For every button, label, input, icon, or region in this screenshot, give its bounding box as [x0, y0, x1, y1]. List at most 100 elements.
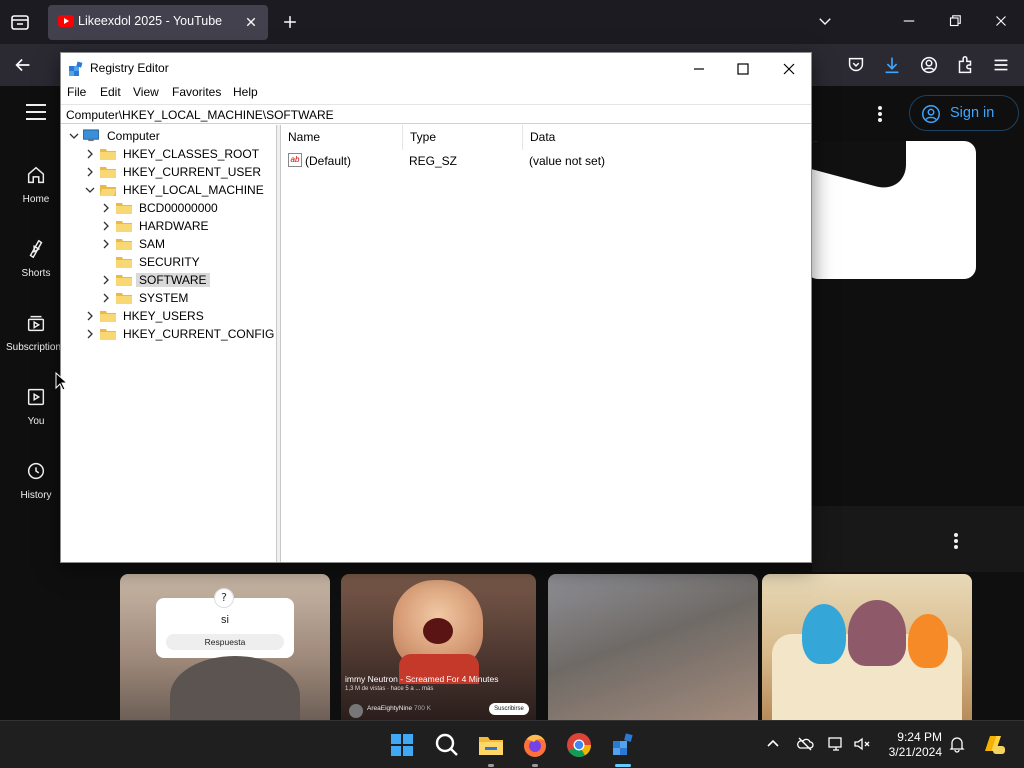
short-thumbnail-3[interactable] — [548, 574, 758, 720]
chevron-right-icon[interactable] — [100, 238, 112, 250]
tree-item-hkey-current-user[interactable]: HKEY_CURRENT_USER — [84, 163, 284, 181]
tree-item-hkey-current-config[interactable]: HKEY_CURRENT_CONFIG — [84, 325, 284, 343]
start-button[interactable] — [386, 729, 418, 761]
account-icon[interactable] — [918, 54, 940, 76]
tree-item-hkey-classes-root[interactable]: HKEY_CLASSES_ROOT — [84, 145, 284, 163]
section-more-icon[interactable] — [948, 531, 964, 551]
chevron-right-icon[interactable] — [100, 274, 112, 286]
extensions-icon[interactable] — [954, 54, 976, 76]
copilot-icon[interactable] — [980, 731, 1006, 757]
column-header-data[interactable]: Data — [523, 125, 811, 150]
menu-edit[interactable]: Edit — [100, 85, 121, 99]
chevron-down-icon[interactable] — [84, 184, 96, 196]
chevron-right-icon[interactable] — [100, 202, 112, 214]
close-window-icon[interactable] — [992, 12, 1010, 30]
notifications-bell-icon[interactable] — [948, 735, 966, 753]
minimize-icon[interactable] — [689, 59, 709, 79]
chevron-down-icon[interactable] — [816, 12, 834, 30]
clock-time: 9:24 PM — [897, 730, 942, 744]
menu-bar: File Edit View Favorites Help — [61, 83, 811, 103]
browser-tab-youtube[interactable]: Likeexdol 2025 - YouTube — [48, 5, 268, 40]
thumbnail-figure — [848, 600, 906, 666]
onedrive-icon[interactable] — [796, 735, 814, 753]
short-thumbnail-4[interactable] — [762, 574, 972, 720]
section-header — [812, 506, 1024, 572]
folder-icon — [100, 167, 116, 178]
tree-item-bcd00000000[interactable]: BCD00000000 — [100, 199, 300, 217]
tree-label: BCD00000000 — [139, 201, 218, 215]
column-header-name[interactable]: Name — [281, 125, 403, 150]
search-button[interactable] — [431, 729, 463, 761]
volume-muted-icon[interactable] — [853, 735, 871, 753]
chevron-right-icon[interactable] — [100, 220, 112, 232]
window-titlebar[interactable]: Registry Editor — [61, 53, 811, 83]
windows-start-icon — [391, 734, 413, 756]
network-icon[interactable] — [827, 735, 845, 753]
tree-item-system[interactable]: SYSTEM — [100, 289, 300, 307]
menu-view[interactable]: View — [133, 85, 159, 99]
table-row[interactable]: ab (Default) REG_SZ (value not set) — [281, 151, 811, 171]
maximize-icon[interactable] — [733, 59, 753, 79]
folder-icon — [100, 329, 116, 340]
chevron-up-icon[interactable] — [764, 735, 782, 753]
string-value-icon: ab — [288, 153, 302, 167]
chevron-right-icon[interactable] — [84, 310, 96, 322]
search-icon — [435, 733, 458, 756]
tree-item-hardware[interactable]: HARDWARE — [100, 217, 300, 235]
taskbar-chrome[interactable] — [563, 729, 595, 761]
avatar — [349, 704, 363, 718]
tree-item-computer[interactable]: Computer — [68, 127, 268, 145]
tree-item-hkey-users[interactable]: HKEY_USERS — [84, 307, 284, 325]
tree-label: Computer — [107, 129, 160, 143]
chevron-right-icon[interactable] — [84, 148, 96, 160]
tab-manager-icon[interactable] — [8, 10, 32, 34]
new-tab-icon[interactable] — [280, 12, 300, 32]
close-icon[interactable] — [779, 59, 799, 79]
taskbar-firefox[interactable] — [519, 729, 551, 767]
chevron-right-icon[interactable] — [84, 166, 96, 178]
sign-in-button[interactable]: Sign in — [909, 95, 1019, 131]
downloads-icon[interactable] — [881, 54, 903, 76]
column-header-type[interactable]: Type — [403, 125, 523, 150]
restore-icon[interactable] — [946, 12, 964, 30]
minimize-icon[interactable] — [900, 12, 918, 30]
chrome-icon — [567, 733, 591, 758]
address-input[interactable] — [66, 107, 806, 123]
close-tab-icon[interactable] — [242, 13, 260, 31]
tree-item-security[interactable]: SECURITY — [100, 253, 300, 271]
computer-icon — [83, 129, 99, 142]
pocket-icon[interactable] — [845, 54, 867, 76]
registry-editor-icon — [613, 733, 633, 755]
taskbar-file-explorer[interactable] — [475, 729, 507, 767]
menu-favorites[interactable]: Favorites — [172, 85, 221, 99]
taskbar-registry-editor[interactable] — [607, 729, 639, 767]
thumbnail-figure — [908, 614, 948, 668]
more-options-icon[interactable] — [872, 104, 888, 124]
menu-help[interactable]: Help — [233, 85, 258, 99]
sign-in-label: Sign in — [950, 105, 995, 121]
embedded-video-meta: 1,3 M de vistas · hace 5 a ... más — [345, 686, 434, 692]
chevron-right-icon[interactable] — [84, 328, 96, 340]
folder-icon — [116, 257, 132, 268]
back-arrow-icon[interactable] — [12, 54, 34, 76]
system-clock[interactable]: 9:24 PM 3/21/2024 — [872, 730, 942, 760]
menu-file[interactable]: File — [67, 85, 86, 99]
short-thumbnail-1[interactable]: ? si Respuesta — [120, 574, 330, 720]
tree-item-sam[interactable]: SAM — [100, 235, 300, 253]
folder-icon — [100, 311, 116, 322]
address-bar — [61, 104, 811, 124]
chevron-down-icon[interactable] — [68, 130, 80, 142]
tree-label: HKEY_USERS — [123, 309, 204, 323]
question-icon: ? — [214, 588, 234, 608]
short-thumbnail-2[interactable]: immy Neutron - Screamed For 4 Minutes 1,… — [341, 574, 536, 720]
folder-open-icon — [100, 185, 116, 196]
thumbnail-figure — [802, 604, 846, 664]
tree-item-software[interactable]: SOFTWARE — [100, 271, 300, 289]
app-menu-icon[interactable] — [990, 54, 1012, 76]
banner-image[interactable] — [806, 141, 976, 279]
guide-menu-icon[interactable] — [26, 104, 46, 120]
tree-item-hkey-local-machine[interactable]: HKEY_LOCAL_MACHINE — [84, 181, 284, 199]
file-explorer-icon — [479, 737, 503, 755]
window-title: Registry Editor — [90, 61, 169, 75]
chevron-right-icon[interactable] — [100, 292, 112, 304]
